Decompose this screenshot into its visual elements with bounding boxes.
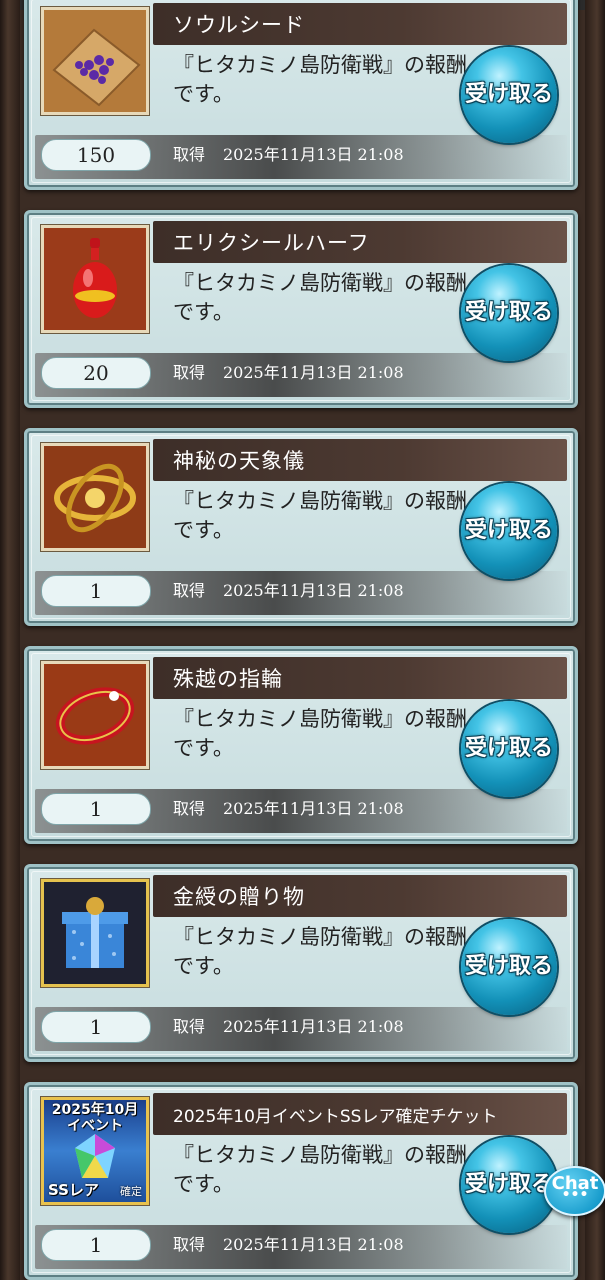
gift-box-icon [41, 879, 149, 987]
quantity-badge: 1 [41, 1229, 151, 1261]
quantity-badge: 1 [41, 1011, 151, 1043]
present-list[interactable]: ソウルシード 『ヒタカミノ島防衛戦』の報酬です。 150 取得 2025年11月… [20, 0, 585, 1280]
elixir-bottle-icon [41, 225, 149, 333]
reward-message: 『ヒタカミノ島防衛戦』の報酬です。 [173, 707, 467, 760]
item-name: 金綬の贈り物 [173, 885, 305, 909]
ticket-month-text: 2025年10月 [51, 1102, 139, 1118]
acquired-label: 取得 [173, 799, 206, 818]
item-name: エリクシールハーフ [173, 231, 370, 255]
reward-card: 2025年10月 イベント SSレア 確定 2025年10月イベントSSレア確定… [24, 1082, 578, 1280]
acquired-label: 取得 [173, 1017, 206, 1036]
acquired-date: 2025年11月13日 21:08 [223, 1235, 404, 1254]
reward-card: 殊越の指輪 『ヒタカミノ島防衛戦』の報酬です。 1 取得 2025年11月13日… [24, 646, 578, 844]
chat-dots-icon: ••• [561, 1187, 589, 1203]
acquired-label: 取得 [173, 363, 206, 382]
ring-icon [41, 661, 149, 769]
ss-rare-ticket-icon: 2025年10月 イベント SSレア 確定 [41, 1097, 149, 1205]
receive-button[interactable]: 受け取る [461, 483, 557, 579]
receive-button[interactable]: 受け取る [461, 47, 557, 143]
item-name: ソウルシード [173, 13, 305, 37]
quantity-badge: 20 [41, 357, 151, 389]
acquired-label: 取得 [173, 145, 206, 164]
ticket-event-text: イベント [67, 1118, 123, 1134]
quantity-badge: 1 [41, 793, 151, 825]
reward-message: 『ヒタカミノ島防衛戦』の報酬です。 [173, 489, 467, 542]
acquired-date: 2025年11月13日 21:08 [223, 799, 404, 818]
armillary-sphere-icon [41, 443, 149, 551]
acquired-label: 取得 [173, 1235, 206, 1254]
item-name: 2025年10月イベントSSレア確定チケット [173, 1107, 498, 1127]
reward-message: 『ヒタカミノ島防衛戦』の報酬です。 [173, 53, 467, 106]
reward-message: 『ヒタカミノ島防衛戦』の報酬です。 [173, 1143, 467, 1196]
receive-button[interactable]: 受け取る [461, 701, 557, 797]
acquired-date: 2025年11月13日 21:08 [223, 145, 404, 164]
right-frame-rail [585, 0, 605, 1280]
item-name: 殊越の指輪 [173, 667, 283, 691]
quantity-badge: 1 [41, 575, 151, 607]
reward-message: 『ヒタカミノ島防衛戦』の報酬です。 [173, 925, 467, 978]
chat-button[interactable]: Chat ••• [544, 1166, 605, 1216]
soul-seed-icon [41, 7, 149, 115]
reward-card: 金綬の贈り物 『ヒタカミノ島防衛戦』の報酬です。 1 取得 2025年11月13… [24, 864, 578, 1062]
reward-card: ソウルシード 『ヒタカミノ島防衛戦』の報酬です。 150 取得 2025年11月… [24, 0, 578, 190]
reward-card: 神秘の天象儀 『ヒタカミノ島防衛戦』の報酬です。 1 取得 2025年11月13… [24, 428, 578, 626]
receive-button[interactable]: 受け取る [461, 1137, 557, 1233]
acquired-date: 2025年11月13日 21:08 [223, 1017, 404, 1036]
reward-card: エリクシールハーフ 『ヒタカミノ島防衛戦』の報酬です。 20 取得 2025年1… [24, 210, 578, 408]
receive-button[interactable]: 受け取る [461, 919, 557, 1015]
acquired-date: 2025年11月13日 21:08 [223, 581, 404, 600]
ticket-guaranteed-text: 確定 [120, 1185, 142, 1198]
item-name: 神秘の天象儀 [173, 449, 305, 473]
receive-button[interactable]: 受け取る [461, 265, 557, 361]
quantity-badge: 150 [41, 139, 151, 171]
acquired-date: 2025年11月13日 21:08 [223, 363, 404, 382]
ticket-ss-rare-text: SSレア [48, 1181, 99, 1199]
acquired-label: 取得 [173, 581, 206, 600]
left-frame-rail [0, 0, 20, 1280]
reward-message: 『ヒタカミノ島防衛戦』の報酬です。 [173, 271, 467, 324]
